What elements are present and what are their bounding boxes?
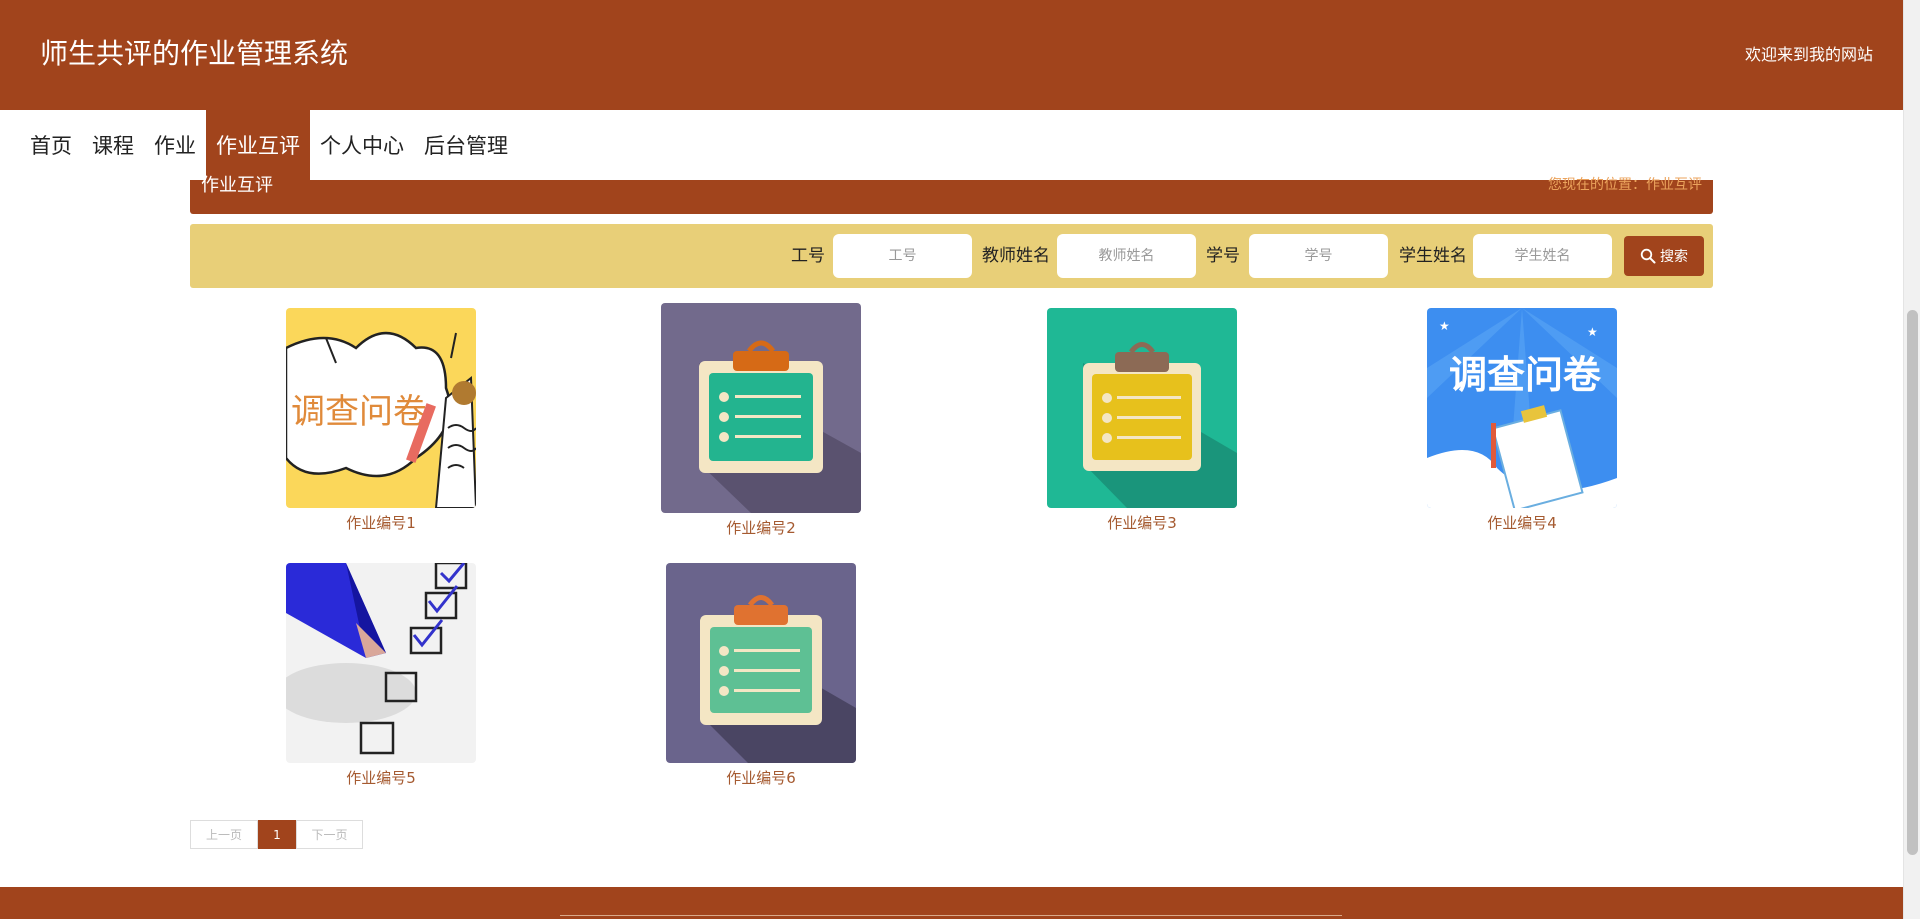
label-student-name: 学生姓名 [1399, 246, 1467, 266]
page: 师生共评的作业管理系统 欢迎来到我的网站 首页 课程 作业 作业互评 个人中心 … [0, 0, 1920, 919]
label-teacher-name: 教师姓名 [982, 246, 1050, 266]
site-title: 师生共评的作业管理系统 [40, 37, 349, 70]
card-label: 作业编号1 [346, 514, 416, 532]
card-label: 作业编号5 [346, 769, 416, 787]
homework-card-1[interactable]: 调查问卷 作业编号1 [286, 308, 476, 536]
nav-home[interactable]: 首页 [20, 110, 82, 180]
prev-page-button[interactable]: 上一页 [190, 820, 258, 849]
card-label: 作业编号3 [1107, 514, 1177, 532]
header: 师生共评的作业管理系统 欢迎来到我的网站 [0, 0, 1903, 110]
welcome-text: 欢迎来到我的网站 [1744, 45, 1873, 64]
checklist-pencil-image [286, 563, 476, 763]
clipboard-purple-green-image [666, 563, 856, 763]
clipboard-purple-image [661, 303, 861, 513]
teacher-name-input[interactable] [1057, 234, 1196, 278]
search-button[interactable]: 搜索 [1624, 236, 1704, 276]
footer [0, 887, 1903, 919]
card-label: 作业编号4 [1487, 514, 1557, 532]
breadcrumb: 您现在的位置：作业互评 [1548, 177, 1702, 193]
main-nav: 首页 课程 作业 作业互评 个人中心 后台管理 [0, 110, 1903, 180]
next-page-button[interactable]: 下一页 [296, 820, 363, 849]
search-bar: 工号 教师姓名 学号 学生姓名 搜索 [190, 224, 1713, 288]
scrollbar-thumb[interactable] [1907, 310, 1918, 855]
nav-peer-review[interactable]: 作业互评 [206, 110, 310, 180]
homework-card-5[interactable]: 作业编号5 [286, 563, 476, 791]
label-student-id: 学号 [1206, 246, 1240, 266]
section-title: 作业互评 [201, 175, 273, 196]
nav-admin[interactable]: 后台管理 [414, 110, 518, 180]
pagination: 上一页 1 下一页 [190, 820, 363, 849]
breadcrumb-bar: 作业互评 您现在的位置：作业互评 [190, 175, 1713, 214]
footer-divider [560, 915, 1342, 916]
clipboard-teal-image [1047, 308, 1237, 508]
search-button-label: 搜索 [1660, 249, 1688, 265]
homework-card-4[interactable]: 调查问卷 ★ ★ 作业编号4 [1427, 308, 1617, 536]
card-label: 作业编号2 [726, 519, 796, 537]
staff-id-input[interactable] [833, 234, 972, 278]
svg-text:调查问卷: 调查问卷 [1449, 353, 1602, 397]
student-name-input[interactable] [1473, 234, 1612, 278]
vertical-scrollbar[interactable] [1903, 0, 1920, 919]
homework-card-3[interactable]: 作业编号3 [1047, 308, 1237, 536]
card-label: 作业编号6 [726, 769, 796, 787]
nav-personal-center[interactable]: 个人中心 [310, 110, 414, 180]
nav-courses[interactable]: 课程 [82, 110, 144, 180]
nav-homework[interactable]: 作业 [144, 110, 206, 180]
svg-text:调查问卷: 调查问卷 [291, 392, 427, 432]
student-id-input[interactable] [1249, 234, 1388, 278]
search-icon [1640, 248, 1656, 264]
svg-text:★: ★ [1587, 325, 1598, 339]
label-staff-id: 工号 [791, 246, 825, 266]
page-1-button[interactable]: 1 [258, 820, 296, 849]
homework-card-2[interactable]: 作业编号2 [661, 303, 861, 541]
homework-card-6[interactable]: 作业编号6 [666, 563, 856, 791]
svg-text:★: ★ [1439, 319, 1450, 333]
survey-cartoon-image: 调查问卷 [286, 308, 476, 508]
survey-blue-image: 调查问卷 ★ ★ [1427, 308, 1617, 508]
